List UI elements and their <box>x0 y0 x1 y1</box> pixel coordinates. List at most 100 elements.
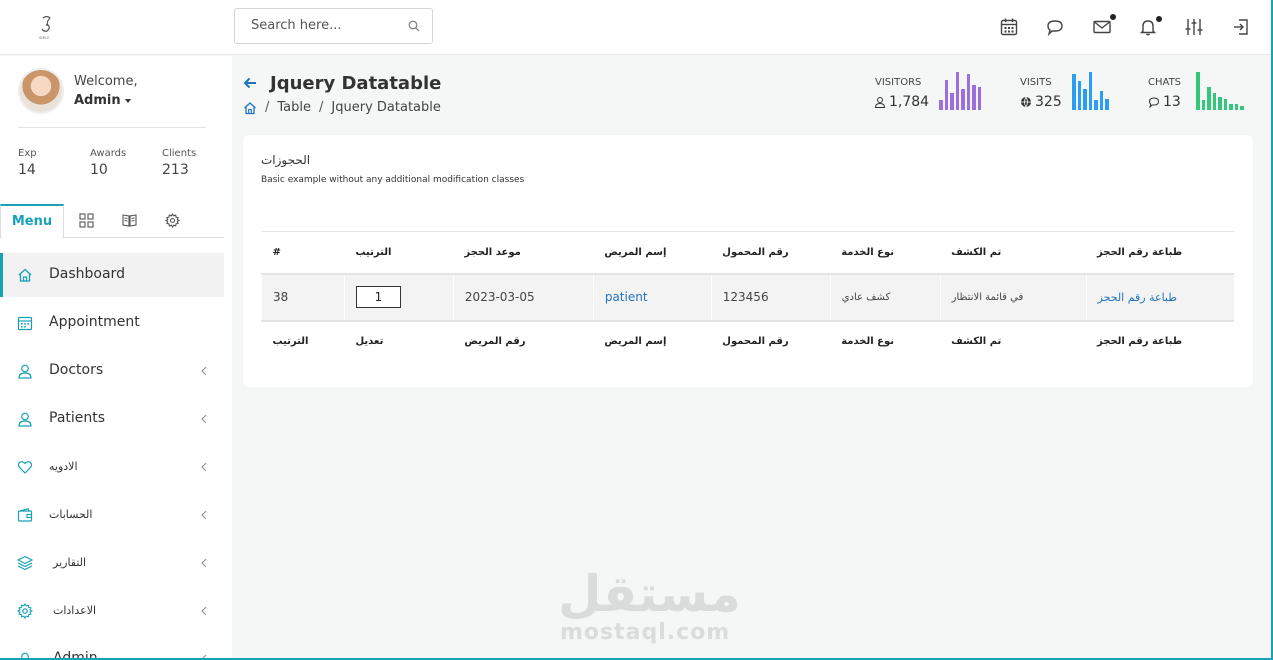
metric-label-visits: VISITS <box>1020 77 1052 88</box>
sparkline-bar <box>966 74 970 110</box>
sidebar-item-label: الاعدادات <box>53 604 97 617</box>
search-box[interactable] <box>234 8 433 44</box>
sidebar-item-admin[interactable]: Admin <box>0 637 224 660</box>
sidebar-item-label: Admin <box>53 650 98 660</box>
column-footer: نوع الخدمة <box>830 319 941 362</box>
column-header[interactable]: نوع الخدمة <box>830 231 941 275</box>
cell-print: طباعة رقم الحجز <box>1085 273 1234 321</box>
user-icon <box>18 364 32 379</box>
home-icon[interactable] <box>243 101 257 115</box>
sparkline-bar <box>1077 81 1081 110</box>
column-footer: تم الكشف <box>940 319 1087 362</box>
user-icon <box>18 412 32 427</box>
cell-mobile: 123456 <box>710 273 831 321</box>
column-header[interactable]: إسم المريض <box>593 231 712 275</box>
caret-down-icon <box>124 98 131 103</box>
chat-icon[interactable] <box>1045 17 1065 37</box>
sidebar-item-label: الادويه <box>49 460 78 473</box>
svg-text:SMILE: SMILE <box>39 36 49 40</box>
logout-icon[interactable] <box>1231 17 1251 37</box>
sparkline-bar <box>972 85 976 110</box>
sidebar-item-reports[interactable]: التقارير <box>0 541 224 585</box>
sidebar-item-label: الحسابات <box>49 508 93 521</box>
avatar[interactable] <box>18 68 64 114</box>
layers-icon <box>17 555 33 571</box>
column-header[interactable]: الترتيب <box>344 231 454 275</box>
column-footer: إسم المريض <box>593 319 712 362</box>
gear-icon[interactable] <box>165 213 180 228</box>
bell-notification-dot <box>1156 16 1162 22</box>
sparkline-bar <box>1105 99 1109 110</box>
chevron-left-icon <box>201 606 207 616</box>
sparkline-bar <box>961 89 965 110</box>
logo-icon[interactable]: SMILE <box>36 14 58 40</box>
sidebar-item-label: Doctors <box>49 362 104 378</box>
metric-label-visitors: VISITORS <box>875 77 922 88</box>
stat-label-awards: Awards <box>90 148 127 159</box>
user-menu-toggle[interactable]: Admin <box>74 93 131 108</box>
print-booking-link[interactable]: طباعة رقم الحجز <box>1098 291 1177 304</box>
bell-icon[interactable] <box>1138 17 1158 37</box>
sparkline-bar <box>944 80 948 110</box>
watermark-latin: mostaql.com <box>560 620 731 645</box>
table-footer-row: الترتيب تعديل رقم المريض إسم المريض رقم … <box>261 319 1234 362</box>
sidebar-item-label: Appointment <box>49 314 140 330</box>
sparkline-bar <box>1212 93 1216 110</box>
column-header[interactable]: تم الكشف <box>940 231 1087 275</box>
column-footer: رقم المحمول <box>711 319 831 362</box>
sparkline-bar <box>1196 72 1200 110</box>
sparkline-bar <box>950 93 954 110</box>
breadcrumb-item-table[interactable]: Table <box>277 100 311 115</box>
sidebar-item-doctors[interactable]: Doctors <box>0 349 224 393</box>
column-header[interactable]: طباعة رقم الحجز <box>1086 231 1234 275</box>
stat-label-clients: Clients <box>162 148 197 159</box>
sidebar-item-appointment[interactable]: Appointment <box>0 301 224 345</box>
column-header[interactable]: موعد الحجز <box>453 231 594 275</box>
cell-date: 2023-03-05 <box>452 273 594 321</box>
breadcrumb-item-current: Jquery Datatable <box>331 100 441 115</box>
book-icon[interactable] <box>122 213 137 228</box>
sidebar-item-dashboard[interactable]: Dashboard <box>0 253 224 297</box>
table-header-row: # الترتيب موعد الحجز إسم المريض رقم المح… <box>261 231 1234 275</box>
sidebar-item-settings[interactable]: الاعدادات <box>0 589 224 633</box>
sidebar: Welcome, Admin Exp 14 Awards 10 Clients … <box>0 56 232 660</box>
table-row: 38 2023-03-05 patient 123456 كشف عادي في… <box>261 273 1234 321</box>
sparkline-bar <box>1207 87 1211 110</box>
sparkline-bar <box>1240 106 1244 110</box>
mail-notification-dot <box>1110 14 1116 20</box>
back-arrow-icon[interactable] <box>243 76 257 90</box>
patient-link[interactable]: patient <box>605 290 648 304</box>
sliders-icon[interactable] <box>1184 17 1204 37</box>
cell-patient: patient <box>592 273 712 321</box>
metric-value: 1,784 <box>889 94 930 110</box>
grid-icon[interactable] <box>79 213 94 228</box>
sparkline-bar <box>1099 91 1103 110</box>
chat-icon <box>1148 97 1160 108</box>
mail-icon[interactable] <box>1092 17 1112 37</box>
column-footer: تعديل <box>344 319 454 362</box>
search-input[interactable] <box>251 18 401 33</box>
sparkline-bar <box>1218 97 1222 110</box>
search-icon[interactable] <box>408 20 420 32</box>
sidebar-item-medicines[interactable]: الادويه <box>0 445 224 489</box>
stat-label-exp: Exp <box>18 148 37 159</box>
table-card: الحجوزات Basic example without any addit… <box>243 135 1253 387</box>
sidebar-item-label: Patients <box>49 410 106 426</box>
column-header[interactable]: رقم المحمول <box>711 231 831 275</box>
home-icon <box>18 268 32 282</box>
chevron-left-icon <box>201 654 207 660</box>
calendar-icon[interactable] <box>999 17 1019 37</box>
sidebar-item-accounts[interactable]: الحسابات <box>0 493 224 537</box>
sparkline-bar <box>939 100 943 110</box>
sidebar-item-patients[interactable]: Patients <box>0 397 224 441</box>
metric-label-chats: CHATS <box>1148 77 1182 88</box>
tab-menu[interactable]: Menu <box>0 204 64 239</box>
divider <box>18 127 206 128</box>
sparkline-bar <box>1094 100 1098 110</box>
column-header[interactable]: # <box>261 231 345 275</box>
sparkline-bar <box>1229 104 1233 110</box>
order-input[interactable] <box>355 286 401 308</box>
watermark-arabic: مستقل <box>558 565 741 623</box>
chevron-left-icon <box>201 366 207 376</box>
user-name: Admin <box>74 93 121 108</box>
